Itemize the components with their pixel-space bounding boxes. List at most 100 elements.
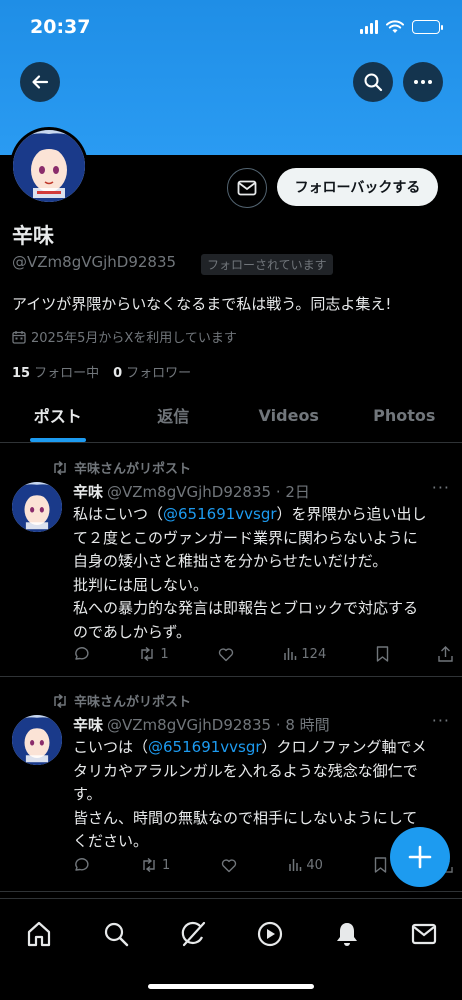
nav-explore[interactable] [96,914,136,954]
joined-date: 2025年5月からXを利用しています [12,327,237,346]
followers-link[interactable]: 0 フォロワー [113,362,191,381]
follow-stats: 15 フォロー中 0 フォロワー [12,362,191,381]
grok-icon [181,921,205,947]
tweet-item[interactable]: 辛味さんがリポスト 辛味 @VZm8gVGjhD92835 · 2日 ··· 私… [0,444,462,677]
nav-home[interactable] [19,914,59,954]
status-icons [360,20,443,34]
like-icon [218,647,234,661]
views-icon [284,648,297,660]
tweet-text: こいつは（@651691vvsgr）クロノファング軸でメ タリカやアラルンガルを… [73,736,451,854]
reply-icon [75,647,89,660]
tweet-handle-time: @VZm8gVGjhD92835 · 8 時間 [107,716,330,734]
views-button[interactable]: 40 [288,857,323,873]
status-bar: 20:37 [0,0,462,58]
calendar-icon [12,330,26,344]
search-button[interactable] [353,62,393,102]
display-name: 辛味 [12,224,54,248]
compose-button[interactable] [390,827,450,887]
tweet-more-icon[interactable]: ··· [432,478,450,497]
wifi-icon [386,20,404,33]
repost-icon [141,647,154,661]
tweet-line: のであしからず。 [73,622,192,641]
home-indicator [148,984,314,989]
bookmark-button[interactable] [376,646,389,662]
tweet-line: 批判には屈しない。 [73,575,209,594]
reply-button[interactable] [73,857,89,873]
like-button[interactable] [221,857,237,873]
following-link[interactable]: 15 フォロー中 [12,362,99,381]
tweet-author-name[interactable]: 辛味 [73,481,103,502]
bookmark-button[interactable] [374,857,387,873]
message-button[interactable] [227,168,267,208]
like-button[interactable] [218,646,234,662]
repost-icon [54,460,66,475]
tab-photos[interactable]: Photos [347,388,462,442]
tweet-line: す。 [73,785,102,803]
avatar[interactable] [12,715,62,765]
tweet-line: 皆さん、時間の無駄なので相手にしないようにして [73,808,418,827]
bell-icon [336,923,357,946]
reply-button[interactable] [73,646,89,662]
bookmark-icon [374,857,387,873]
tweet-line: こいつは（@651691vvsgr）クロノファング軸でメ [73,738,427,756]
tweet-author-name[interactable]: 辛味 [73,714,103,735]
profile-handle: @VZm8gVGjhD92835 [12,253,177,271]
repost-icon [54,693,66,708]
mention-link[interactable]: @651691vvsgr [163,505,277,523]
back-button[interactable] [20,62,60,102]
mail-icon [237,180,257,196]
views-icon [289,859,302,871]
tab-videos[interactable]: Videos [231,388,347,442]
tweet-line: 自身の矮小さと稚拙さを分からせたいだけだ。 [73,552,388,570]
repost-indicator: 辛味さんがリポスト [52,458,191,477]
repost-icon [143,858,155,872]
profile-tabs: ポスト 返信 Videos Photos [0,388,462,443]
cellular-signal-icon [360,20,378,34]
tweet-line: 私への暴力的な発言は即報告とブロックで対応する [73,599,419,617]
tweet-line: 私はこいつ（@651691vvsgr）を界隈から追い出し [73,505,427,523]
views-button[interactable]: 124 [283,646,326,662]
avatar-image [12,482,62,532]
bookmark-icon [376,646,388,662]
tweet-handle-time: @VZm8gVGjhD92835 · 2日 [107,483,310,501]
repost-button[interactable]: 1 [138,646,169,662]
follow-back-button[interactable]: フォローバックする [277,168,438,206]
avatar-image [12,715,62,765]
tweet-text: 私はこいつ（@651691vvsgr）を界隈から追い出し て２度とこのヴァンガー… [73,503,451,644]
tab-replies[interactable]: 返信 [116,388,232,442]
nav-notifications[interactable] [327,914,367,954]
tweet-header: 辛味 @VZm8gVGjhD92835 · 2日 [73,481,310,502]
avatar-image [13,130,85,202]
more-options-button[interactable] [403,62,443,102]
mention-link[interactable]: @651691vvsgr [148,738,262,756]
follows-you-badge: フォローされています [201,254,333,275]
profile-bio: アイツが界隈からいなくなるまで私は戦う。同志よ集え! [12,295,392,313]
video-icon [257,921,282,947]
joined-text: 2025年5月からXを利用しています [31,331,237,346]
tweet-more-icon[interactable]: ··· [432,711,450,730]
home-icon [27,921,50,947]
nav-videos[interactable] [250,914,290,954]
battery-icon [412,20,443,34]
repost-button[interactable]: 1 [140,857,170,873]
share-icon [438,646,453,662]
compose-plus-icon [408,845,432,869]
nav-messages[interactable] [404,914,444,954]
tweet-line: て２度とこのヴァンガード業界に関わらないように [73,528,418,547]
share-button[interactable] [438,646,453,662]
messages-icon [411,923,436,945]
profile-avatar[interactable] [10,127,88,205]
like-icon [222,858,237,872]
nav-grok[interactable] [173,914,213,954]
tab-posts[interactable]: ポスト [0,388,116,442]
repost-indicator: 辛味さんがリポスト [52,691,191,710]
tweet-line: タリカやアラルンガルを入れるような残念な御仁で [73,761,418,780]
tweet-header: 辛味 @VZm8gVGjhD92835 · 8 時間 [73,714,330,735]
explore-icon [104,922,128,947]
more-icon [414,80,432,84]
reply-icon [75,858,89,871]
search-icon [364,73,383,92]
status-time: 20:37 [30,16,91,38]
avatar[interactable] [12,482,62,532]
back-arrow-icon [32,75,49,89]
